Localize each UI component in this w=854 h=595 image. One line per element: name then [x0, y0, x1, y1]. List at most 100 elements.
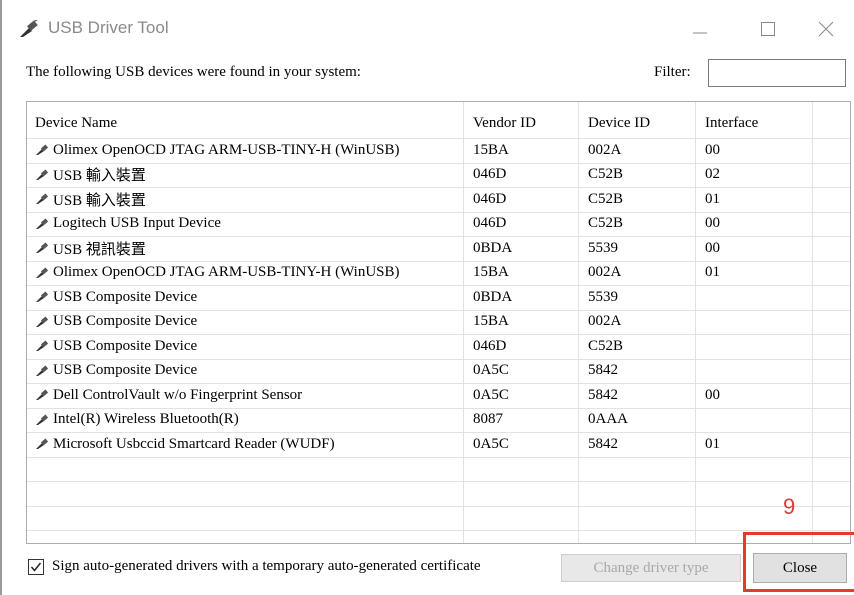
row-gridline: [27, 432, 850, 433]
device-name: USB 視訊裝置: [53, 241, 146, 258]
minimize-icon: [693, 32, 707, 34]
window-title: USB Driver Tool: [48, 18, 169, 37]
device-list[interactable]: Device Name Vendor ID Device ID Interfac…: [26, 101, 851, 544]
usb-plug-icon: [36, 365, 49, 376]
device-row[interactable]: Dell ControlVault w/o Fingerprint Sensor…: [27, 383, 850, 407]
device-name-cell: Microsoft Usbccid Smartcard Reader (WUDF…: [35, 432, 335, 456]
device-name: USB Composite Device: [53, 362, 198, 378]
column-header-interface[interactable]: Interface: [705, 108, 758, 138]
device-id-cell: 002A: [588, 264, 622, 280]
device-id-cell: C52B: [588, 190, 624, 207]
interface-cell: 02: [705, 166, 720, 182]
vendor-id-cell: 0A5C: [473, 362, 509, 378]
device-row[interactable]: USB Composite Device 046D C52B: [27, 334, 850, 358]
sign-drivers-checkbox[interactable]: [28, 559, 44, 575]
device-id-cell: C52B: [588, 166, 624, 182]
usb-plug-icon: [20, 20, 38, 37]
vendor-id-cell: 046D: [473, 337, 507, 354]
device-row[interactable]: USB Composite Device 0A5C 5842: [27, 359, 850, 383]
vendor-id-cell: 15BA: [473, 313, 509, 329]
column-header-device-name[interactable]: Device Name: [35, 108, 117, 138]
annotation-highlight-box: [743, 532, 854, 592]
row-gridline: [27, 505, 850, 507]
device-name-cell: USB Composite Device: [35, 359, 197, 383]
device-name: USB Composite Device: [53, 288, 198, 305]
row-gridline: [27, 456, 850, 458]
change-driver-type-button[interactable]: Change driver type: [561, 554, 741, 582]
filter-label: Filter:: [654, 64, 691, 80]
column-header-vendor-id[interactable]: Vendor ID: [473, 108, 536, 138]
device-name: Microsoft Usbccid Smartcard Reader (WUDF…: [53, 435, 335, 452]
device-row[interactable]: Olimex OpenOCD JTAG ARM-USB-TINY-H (WinU…: [27, 138, 850, 162]
device-row[interactable]: Intel(R) Wireless Bluetooth(R) 8087 0AAA: [27, 408, 850, 432]
vendor-id-cell: 8087: [473, 411, 503, 427]
device-name: Dell ControlVault w/o Fingerprint Sensor: [53, 386, 303, 403]
vendor-id-cell: 046D: [473, 166, 507, 182]
row-gridline: [27, 358, 850, 360]
row-gridline: [27, 162, 850, 164]
device-name: USB 輸入裝置: [53, 192, 146, 209]
usb-plug-icon: [36, 242, 49, 253]
device-id-cell: 5842: [588, 386, 618, 403]
device-id-cell: 002A: [588, 313, 622, 329]
close-window-button[interactable]: [804, 12, 848, 46]
device-name: Logitech USB Input Device: [53, 215, 221, 231]
device-id-cell: 5539: [588, 239, 618, 256]
annotation-step-number: 9: [783, 494, 796, 519]
usb-plug-icon: [36, 291, 49, 302]
interface-cell: 01: [705, 435, 720, 452]
device-name-cell: USB Composite Device: [35, 310, 197, 334]
device-row[interactable]: USB 輸入裝置 046D C52B 01: [27, 187, 850, 211]
minimize-button[interactable]: [678, 12, 722, 46]
usb-plug-icon: [36, 267, 49, 278]
filter-input[interactable]: [708, 59, 846, 87]
usb-plug-icon: [36, 316, 49, 327]
usb-plug-icon: [36, 340, 49, 351]
usb-plug-icon: [36, 389, 49, 400]
row-gridline: [27, 187, 850, 188]
device-name: Olimex OpenOCD JTAG ARM-USB-TINY-H (WinU…: [53, 141, 400, 158]
device-row[interactable]: USB Composite Device 0BDA 5539: [27, 285, 850, 309]
devices-found-label: The following USB devices were found in …: [26, 64, 361, 80]
device-name-cell: Olimex OpenOCD JTAG ARM-USB-TINY-H (WinU…: [35, 261, 400, 285]
device-name-cell: USB 輸入裝置: [35, 187, 146, 211]
device-row[interactable]: USB 視訊裝置 0BDA 5539 00: [27, 236, 850, 260]
usb-plug-icon: [36, 169, 49, 180]
maximize-button[interactable]: [746, 12, 790, 46]
row-gridline: [27, 138, 850, 139]
row-gridline: [27, 383, 850, 384]
device-name-cell: Dell ControlVault w/o Fingerprint Sensor: [35, 383, 302, 407]
device-name: USB 輸入裝置: [53, 168, 146, 184]
device-name-cell: USB Composite Device: [35, 334, 197, 358]
device-row[interactable]: Microsoft Usbccid Smartcard Reader (WUDF…: [27, 432, 850, 456]
row-gridline: [27, 334, 850, 335]
device-name: USB Composite Device: [53, 313, 198, 329]
device-name-cell: Olimex OpenOCD JTAG ARM-USB-TINY-H (WinU…: [35, 138, 400, 162]
vendor-id-cell: 0BDA: [473, 288, 513, 305]
device-name-cell: USB 輸入裝置: [35, 163, 146, 187]
interface-cell: 00: [705, 141, 720, 158]
sign-drivers-label[interactable]: Sign auto-generated drivers with a tempo…: [52, 558, 481, 575]
checkmark-icon: [30, 562, 42, 572]
device-name: Intel(R) Wireless Bluetooth(R): [53, 411, 239, 427]
usb-plug-icon: [36, 218, 49, 229]
list-header: Device Name Vendor ID Device ID Interfac…: [27, 108, 850, 138]
column-header-device-id[interactable]: Device ID: [588, 108, 650, 138]
device-id-cell: 002A: [588, 141, 622, 158]
device-row[interactable]: USB Composite Device 15BA 002A: [27, 310, 850, 334]
maximize-icon: [761, 22, 775, 36]
usb-plug-icon: [36, 438, 49, 449]
device-row[interactable]: Logitech USB Input Device 046D C52B 00: [27, 212, 850, 236]
usb-plug-icon: [36, 193, 49, 204]
vendor-id-cell: 046D: [473, 215, 507, 231]
device-row[interactable]: USB 輸入裝置 046D C52B 02: [27, 163, 850, 187]
device-id-cell: C52B: [588, 215, 624, 231]
device-id-cell: 5842: [588, 435, 618, 452]
device-name: Olimex OpenOCD JTAG ARM-USB-TINY-H (WinU…: [53, 264, 400, 280]
vendor-id-cell: 0BDA: [473, 239, 513, 256]
device-row[interactable]: Olimex OpenOCD JTAG ARM-USB-TINY-H (WinU…: [27, 261, 850, 285]
title-bar[interactable]: USB Driver Tool: [2, 0, 854, 58]
row-gridline: [27, 260, 850, 262]
row-gridline: [27, 407, 850, 409]
vendor-id-cell: 046D: [473, 190, 507, 207]
